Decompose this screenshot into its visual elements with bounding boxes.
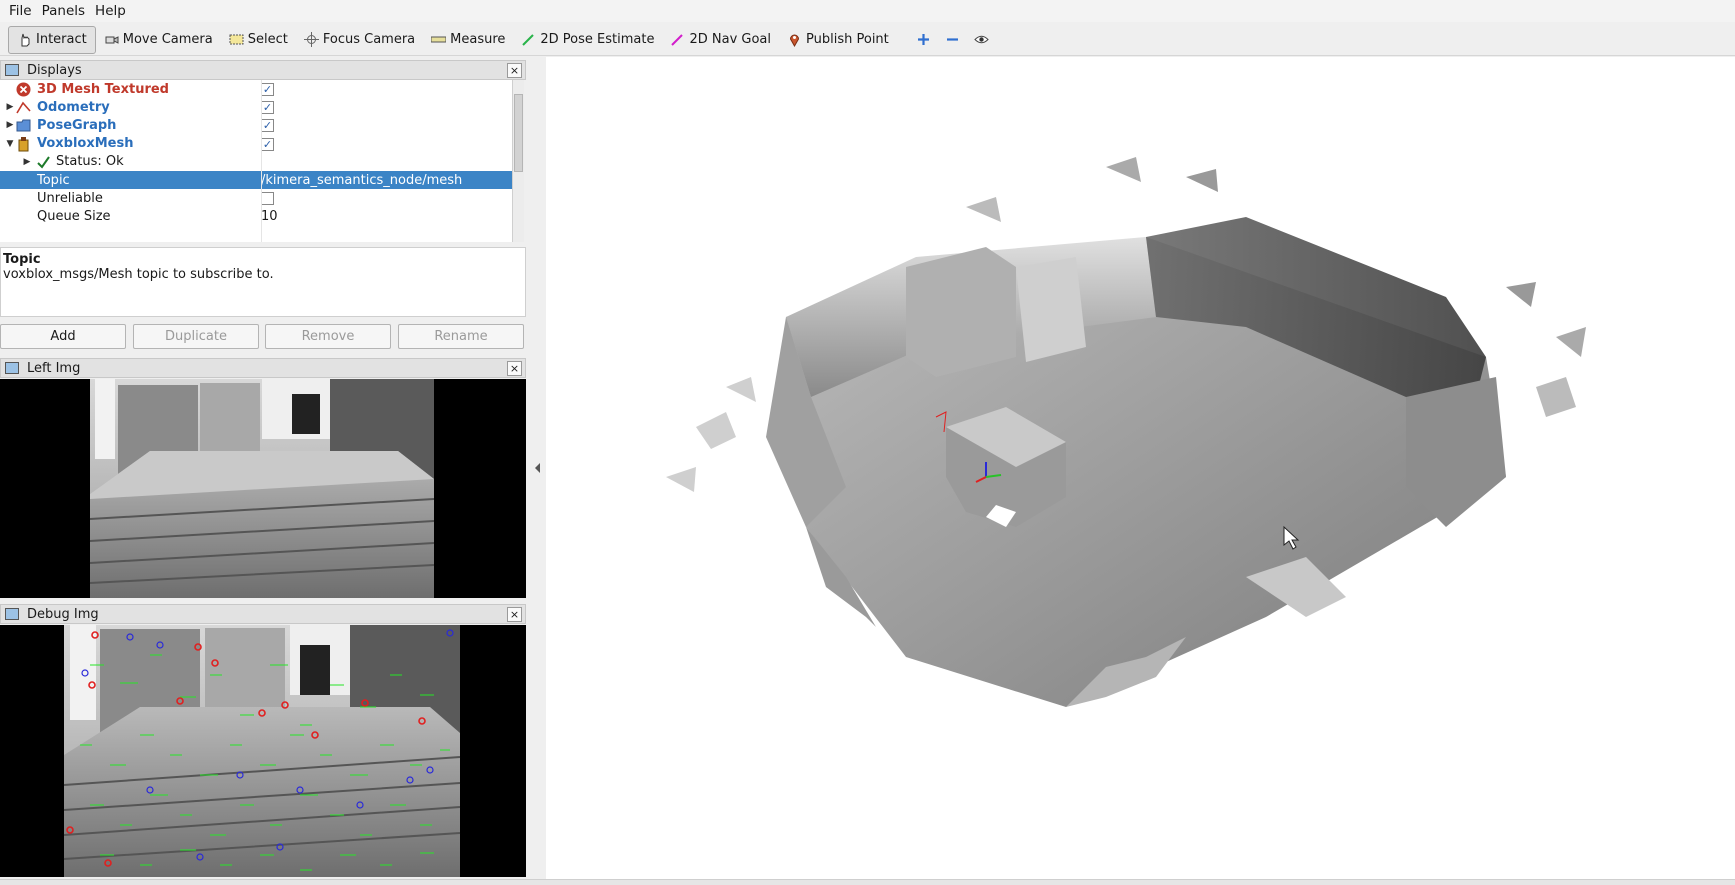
move-camera-label: Move Camera: [122, 32, 213, 47]
rename-button[interactable]: Rename: [398, 324, 524, 349]
plus-icon: [917, 34, 929, 45]
display-label: PoseGraph: [37, 117, 117, 133]
property-description: Topic voxblox_msgs/Mesh topic to subscri…: [0, 247, 526, 317]
panel-splitter[interactable]: [532, 57, 544, 879]
left-camera-image: [89, 379, 435, 598]
map-pin-icon: [790, 34, 800, 47]
topic-value[interactable]: /kimera_semantics_node/mesh: [261, 173, 462, 188]
menu-panels[interactable]: Panels: [37, 3, 90, 19]
displays-scrollbar[interactable]: [512, 80, 524, 242]
duplicate-button[interactable]: Duplicate: [133, 324, 259, 349]
enabled-checkbox[interactable]: ✓: [261, 119, 274, 133]
enabled-checkbox[interactable]: ✓: [261, 101, 274, 115]
status-bar: [0, 879, 1735, 885]
property-status[interactable]: ▶ Status: Ok: [0, 153, 512, 171]
mesh-render: [666, 157, 1586, 707]
expand-arrow-icon[interactable]: ▶: [17, 157, 37, 167]
3d-viewport[interactable]: [546, 57, 1735, 879]
display-item-odometry[interactable]: ▶ Odometry ✓: [0, 98, 512, 116]
property-unreliable[interactable]: Unreliable: [0, 189, 512, 207]
column-divider: [261, 80, 262, 242]
display-item-mesh-textured[interactable]: 3D Mesh Textured ✓: [0, 80, 512, 98]
interact-tool-button[interactable]: Interact: [8, 25, 96, 54]
displays-title: Displays: [27, 62, 82, 78]
minus-icon: [946, 38, 958, 41]
close-icon[interactable]: ×: [507, 607, 522, 622]
image-panel-icon: [5, 362, 19, 374]
property-queue-size[interactable]: Queue Size 10: [0, 207, 512, 225]
displays-panel-header: Displays ×: [0, 60, 526, 80]
display-item-voxblox-mesh[interactable]: ▼ VoxbloxMesh ✓: [0, 135, 512, 153]
remove-button[interactable]: Remove: [265, 324, 391, 349]
debug-img-panel-header: Debug Img ×: [0, 604, 526, 624]
image-panel-icon: [5, 608, 19, 620]
topic-label: Topic: [37, 172, 70, 188]
move-camera-tool-button[interactable]: Move Camera: [96, 26, 221, 54]
remove-tool-button[interactable]: [938, 26, 967, 54]
interact-label: Interact: [36, 32, 87, 47]
left-img-view: [0, 379, 526, 598]
focus-camera-label: Focus Camera: [322, 32, 416, 47]
collapse-left-icon[interactable]: [535, 463, 541, 473]
unreliable-checkbox[interactable]: [261, 192, 274, 206]
displays-buttons: Add Duplicate Remove Rename: [0, 324, 526, 349]
display-item-posegraph[interactable]: ▶ PoseGraph ✓: [0, 116, 512, 134]
select-box-icon: [229, 34, 244, 45]
unreliable-label: Unreliable: [37, 190, 103, 206]
menu-help[interactable]: Help: [90, 3, 131, 19]
publish-point-tool-button[interactable]: Publish Point: [779, 26, 897, 54]
green-arrow-icon: [522, 34, 535, 46]
description-title: Topic: [3, 252, 41, 267]
description-text: voxblox_msgs/Mesh topic to subscribe to.: [3, 267, 274, 282]
pose-estimate-tool-button[interactable]: 2D Pose Estimate: [513, 26, 662, 54]
focus-camera-tool-button[interactable]: Focus Camera: [296, 26, 423, 54]
left-img-panel-header: Left Img ×: [0, 358, 526, 378]
left-img-title: Left Img: [27, 360, 81, 376]
menu-file[interactable]: File: [4, 3, 37, 19]
error-icon: [16, 82, 31, 97]
crosshair-icon: [303, 32, 319, 47]
display-label: Odometry: [37, 99, 110, 115]
add-tool-button[interactable]: [909, 26, 938, 54]
hand-pointer-icon: [21, 33, 30, 47]
pose-estimate-label: 2D Pose Estimate: [540, 32, 655, 47]
checkmark-icon: [37, 156, 50, 169]
measure-label: Measure: [450, 32, 506, 47]
property-topic[interactable]: Topic /kimera_semantics_node/mesh: [0, 170, 512, 190]
nav-goal-tool-button[interactable]: 2D Nav Goal: [662, 26, 779, 54]
displays-tree: 3D Mesh Textured ✓ ▶ Odometry ✓ ▶ PoseGr…: [0, 80, 512, 242]
debug-img-view: [0, 625, 526, 877]
close-icon[interactable]: ×: [507, 63, 522, 78]
magenta-arrow-icon: [671, 34, 684, 46]
close-icon[interactable]: ×: [507, 361, 522, 376]
view-options-button[interactable]: [967, 26, 996, 54]
eye-icon: [974, 35, 989, 44]
menu-bar: File Panels Help: [0, 0, 1735, 22]
display-label: VoxbloxMesh: [37, 136, 134, 152]
select-tool-button[interactable]: Select: [221, 26, 296, 54]
tool-bar: Interact Move Camera Select Focus Camera…: [0, 24, 1735, 56]
publish-point-label: Publish Point: [806, 32, 889, 47]
nav-goal-label: 2D Nav Goal: [689, 32, 772, 47]
queue-size-value[interactable]: 10: [261, 209, 278, 224]
enabled-checkbox[interactable]: ✓: [261, 137, 274, 151]
measure-tool-button[interactable]: Measure: [423, 26, 513, 54]
odometry-icon: [16, 101, 31, 114]
ruler-icon: [431, 36, 447, 43]
select-label: Select: [247, 32, 288, 47]
debug-feature-image: [63, 625, 461, 877]
monitor-icon: [5, 64, 19, 76]
add-button[interactable]: Add: [0, 324, 126, 349]
folder-icon: [16, 119, 31, 132]
enabled-checkbox[interactable]: ✓: [261, 83, 274, 96]
debug-img-title: Debug Img: [27, 606, 99, 622]
queue-size-label: Queue Size: [37, 208, 111, 224]
move-camera-icon: [105, 36, 119, 44]
display-label: 3D Mesh Textured: [37, 81, 169, 97]
scrollbar-thumb[interactable]: [514, 94, 523, 172]
plugin-icon: [18, 136, 29, 152]
status-label: Status: Ok: [56, 154, 124, 170]
